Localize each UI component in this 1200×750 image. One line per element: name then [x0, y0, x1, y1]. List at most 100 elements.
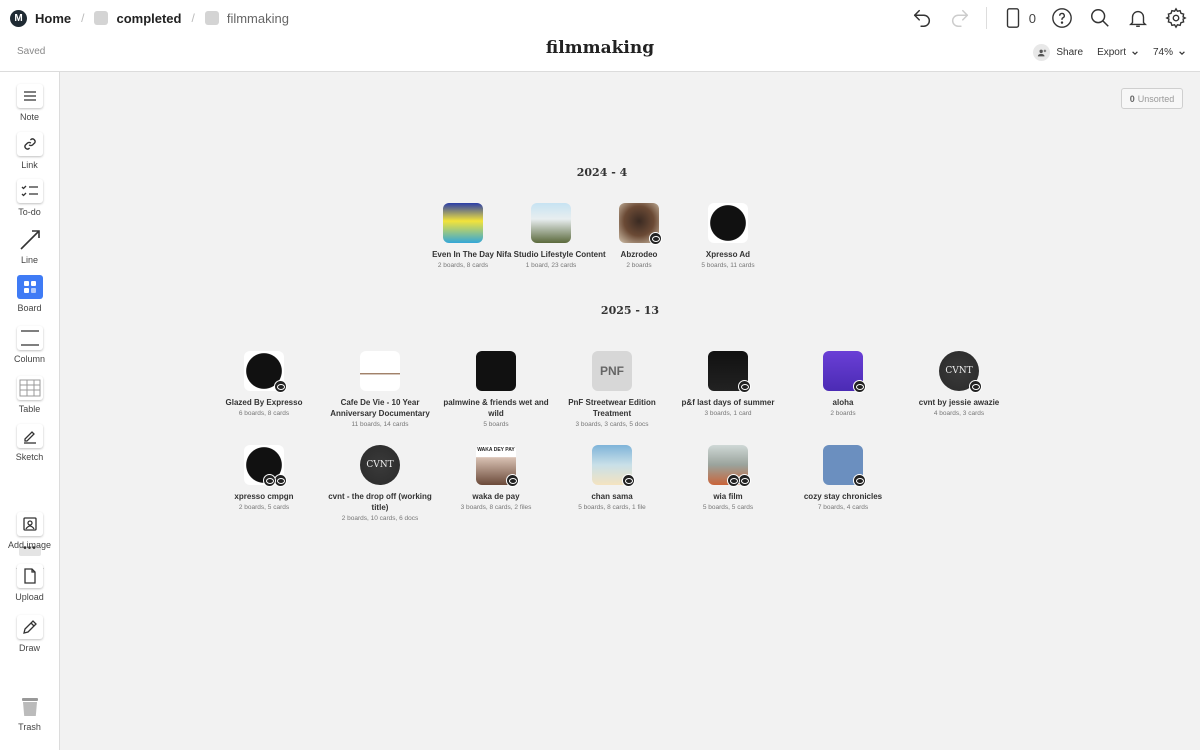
- zoom-dropdown[interactable]: 74%: [1153, 47, 1186, 58]
- redo-icon[interactable]: [948, 6, 972, 30]
- eye-icon: [855, 477, 864, 484]
- tool-label: Add image: [7, 540, 52, 550]
- eye-icon: [729, 477, 738, 484]
- thumbnail-image: [531, 203, 571, 243]
- board-card[interactable]: Cafe De Vie - 10 Year Anniversary Docume…: [325, 351, 435, 428]
- unsorted-label: Unsorted: [1137, 93, 1175, 104]
- help-icon[interactable]: [1050, 6, 1074, 30]
- board-card[interactable]: WAKA DEY PAY waka de pay 3 boards, 8 cards…: [441, 445, 551, 511]
- todo-icon: [16, 179, 43, 203]
- thumbnail-image: PNF: [592, 351, 632, 391]
- board-thumbnail: [708, 203, 748, 243]
- board-thumbnail: [592, 445, 635, 487]
- breadcrumb-filmmaking[interactable]: filmmaking: [204, 11, 289, 26]
- tool-label: To-do: [18, 207, 41, 217]
- share-button[interactable]: Share: [1033, 44, 1083, 61]
- tool-label: Link: [21, 160, 38, 170]
- note-icon: [16, 84, 43, 108]
- thumbnail-text: WAKA DEY PAY: [477, 447, 515, 453]
- breadcrumb-completed[interactable]: completed: [94, 11, 181, 26]
- shared-eye-icon: [738, 380, 751, 393]
- board-card[interactable]: CVNT cvnt - the drop off (working title) 2…: [325, 445, 435, 522]
- tool-label: Trash: [18, 722, 41, 732]
- tool-upload[interactable]: Upload: [0, 564, 59, 602]
- tool-board[interactable]: Board: [0, 275, 59, 313]
- section-title[interactable]: 2025 - 13: [601, 304, 659, 317]
- board-name: waka de pay: [472, 492, 520, 501]
- mobile-device-icon[interactable]: [1001, 6, 1025, 30]
- breadcrumb: M Home / completed / filmmaking: [10, 9, 289, 27]
- board-card[interactable]: xpresso cmpgn 2 boards, 5 cards: [209, 445, 319, 511]
- eye-icon: [276, 477, 285, 484]
- settings-gear-icon[interactable]: [1164, 6, 1188, 30]
- board-card[interactable]: Glazed By Expresso 6 boards, 8 cards: [209, 351, 319, 417]
- board-card[interactable]: chan sama 5 boards, 8 cards, 1 file: [557, 445, 667, 511]
- tool-sidebar: Note Link To-do Line Board Column Table …: [0, 72, 60, 750]
- tool-label: Note: [19, 112, 39, 122]
- tool-column[interactable]: Column: [0, 326, 59, 364]
- eye-icon: [971, 383, 980, 390]
- board-meta: 3 boards, 3 cards, 5 docs: [575, 421, 649, 428]
- breadcrumb-label: completed: [116, 10, 182, 26]
- board-meta: 5 boards, 5 cards: [702, 504, 754, 511]
- tool-note[interactable]: Note: [0, 84, 59, 122]
- zoom-level: 74%: [1152, 47, 1173, 58]
- section-title[interactable]: 2024 - 4: [577, 166, 628, 179]
- tool-line[interactable]: Line: [0, 227, 59, 265]
- board-card[interactable]: palmwine & friends wet and wild 5 boards: [441, 351, 551, 428]
- sketch-icon: [16, 424, 43, 448]
- board-meta: 3 boards, 1 card: [704, 410, 752, 417]
- add-user-icon: [1033, 44, 1051, 61]
- tool-sketch[interactable]: Sketch: [0, 424, 59, 462]
- tool-link[interactable]: Link: [0, 132, 59, 170]
- board-meta: 5 boards, 11 cards: [701, 262, 755, 269]
- board-name: Cafe De Vie - 10 Year Anniversary Docume…: [330, 398, 430, 418]
- export-dropdown[interactable]: Export: [1097, 47, 1139, 58]
- unsorted-button[interactable]: 0 Unsorted: [1121, 88, 1183, 109]
- board-thumbnail: [244, 445, 287, 487]
- shared-eye-icon: [622, 474, 635, 487]
- tool-table[interactable]: Table: [0, 376, 59, 414]
- tool-trash[interactable]: Trash: [0, 694, 59, 732]
- board-card[interactable]: aloha 2 boards: [788, 351, 898, 417]
- board-meta: 5 boards: [483, 421, 509, 428]
- eye-icon: [651, 235, 660, 242]
- share-label: Share: [1056, 47, 1084, 58]
- eye-icon: [740, 383, 749, 390]
- chevron-down-icon: [1132, 50, 1138, 55]
- board-name: xpresso cmpgn: [234, 492, 294, 501]
- tool-label: Table: [18, 404, 41, 414]
- board-thumbnail: [823, 445, 866, 487]
- board-card[interactable]: p&f last days of summer 3 boards, 1 card: [673, 351, 783, 417]
- chevron-down-icon: [1179, 50, 1185, 55]
- search-icon[interactable]: [1088, 6, 1112, 30]
- notifications-bell-icon[interactable]: [1126, 6, 1150, 30]
- page-title[interactable]: filmmaking: [0, 38, 1200, 58]
- board-thumbnail: [708, 351, 751, 393]
- board-card[interactable]: CVNT cvnt by jessie awazie 4 boards, 3 car…: [904, 351, 1014, 417]
- shared-eye-icon: [853, 474, 866, 487]
- board-card[interactable]: PNF PnF Streetwear Edition Treatment 3 boa…: [557, 351, 667, 428]
- thumbnail-image: [443, 203, 483, 243]
- shared-eye-icon: [506, 474, 519, 487]
- tool-add-image[interactable]: Add image: [0, 512, 59, 550]
- board-meta: 1 board, 23 cards: [525, 262, 577, 269]
- board-name: chan sama: [591, 492, 633, 501]
- upload-icon: [16, 564, 43, 588]
- board-name: Abzrodeo: [620, 250, 658, 259]
- tool-todo[interactable]: To-do: [0, 179, 59, 217]
- board-card[interactable]: cozy stay chronicles 7 boards, 4 cards: [788, 445, 898, 511]
- board-name: cvnt - the drop off (working title): [328, 492, 432, 512]
- export-label: Export: [1097, 47, 1126, 58]
- board-card[interactable]: Xpresso Ad 5 boards, 11 cards: [673, 203, 783, 269]
- board-thumbnail: WAKA DEY PAY: [476, 445, 519, 487]
- breadcrumb-home[interactable]: M Home: [10, 9, 71, 27]
- board-name: cvnt by jessie awazie: [918, 398, 1000, 407]
- eye-icon: [508, 477, 517, 484]
- board-meta: 7 boards, 4 cards: [817, 504, 869, 511]
- undo-icon[interactable]: [910, 6, 934, 30]
- shared-eye-icon: [969, 380, 982, 393]
- column-icon: [16, 326, 43, 350]
- board-card[interactable]: wia film 5 boards, 5 cards: [673, 445, 783, 511]
- tool-draw[interactable]: Draw: [0, 615, 59, 653]
